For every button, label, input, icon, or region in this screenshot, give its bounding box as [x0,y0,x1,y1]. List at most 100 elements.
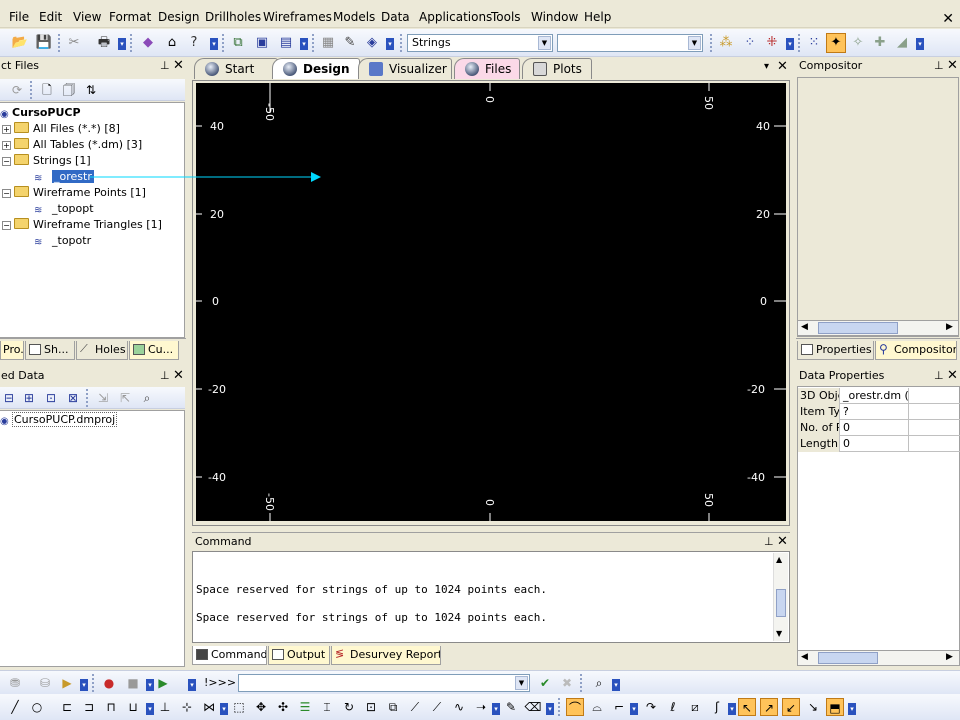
eraser-icon[interactable]: ⌫ [524,698,542,716]
pointer-segment-icon[interactable]: ↙ [782,698,800,716]
property-value[interactable]: ? [841,404,909,420]
polygon-icon[interactable]: ⧄ [686,698,704,716]
tree-leaf-topotr[interactable]: ≋ _topotr [34,233,91,249]
tree-leaf-topopt[interactable]: ≋ _topopt [34,201,94,217]
menu-tools[interactable]: Tools [490,10,522,24]
tab-properties[interactable]: Properties [797,341,874,360]
toolbar-dropdown-icon[interactable]: ▾ [612,679,620,691]
close-icon[interactable]: ✕ [173,367,184,385]
loaded-data-item[interactable]: ◉ CursoPUCP.dmproj [0,412,118,428]
close-icon[interactable]: ✕ [777,533,788,551]
layers-icon[interactable]: ◈ [362,33,382,53]
delete-points-icon[interactable]: ⁜ [762,33,782,53]
tree-root[interactable]: ◉ CursoPUCP [0,105,81,121]
property-value[interactable]: _orestr.dm (s [841,388,909,404]
command-input[interactable]: ▼ [238,674,530,692]
new-file-icon[interactable]: 🗋 [38,81,56,99]
arc-tool-icon[interactable]: ⌒ [566,698,584,716]
property-row[interactable]: 3D Obje _orestr.dm (s [798,388,960,404]
tree-item-wireframe-points[interactable]: − Wireframe Points [1] [2,185,146,201]
toolbar-dropdown-icon[interactable]: ▾ [728,703,736,715]
split-string-icon[interactable]: ⊥ [156,698,174,716]
toolbar-dropdown-icon[interactable]: ▾ [786,38,794,50]
scroll-up-icon[interactable]: ▲ [776,555,782,564]
toolbar-dropdown-icon[interactable]: ▾ [80,679,88,691]
snap-line-icon[interactable]: ✧ [848,33,868,53]
toolbar-dropdown-icon[interactable]: ▾ [146,679,154,691]
close-icon[interactable]: ✕ [777,59,788,74]
scroll-left-icon[interactable]: ◀ [801,652,808,662]
command-scrollbar[interactable]: ▲ ▼ [773,553,788,641]
toolbar-dropdown-icon[interactable]: ▾ [546,703,554,715]
tree-leaf-orestr[interactable]: ≋ _orestr [34,169,94,185]
scroll-down-icon[interactable]: ▼ [776,629,782,638]
toolbar-dropdown-icon[interactable]: ▾ [220,703,228,715]
accept-icon[interactable]: ✔ [536,674,554,692]
macro-icon[interactable]: ⛃ [6,674,24,692]
arc-3pt-icon[interactable]: ⌓ [588,698,606,716]
sketch-icon[interactable]: ʃ [708,698,726,716]
open-icon[interactable]: 📂 [10,33,30,53]
tab-plots[interactable]: Plots [522,58,592,79]
save-icon[interactable]: 💾 [34,33,54,53]
tab-holes[interactable]: ⟋ Holes [76,341,128,360]
collapse-icon[interactable]: − [2,157,11,166]
move-icon[interactable]: ✥ [252,698,270,716]
tab-command[interactable]: Command [192,646,267,665]
chevron-down-icon[interactable]: ▼ [688,36,701,50]
toolbar-dropdown-icon[interactable]: ▾ [630,703,638,715]
pointer-string-icon[interactable]: ↘ [804,698,822,716]
close-icon[interactable]: ✕ [942,12,954,26]
menu-wireframes[interactable]: Wireframes [262,10,333,24]
search-icon[interactable]: ⌕ [138,389,156,407]
pin-icon[interactable]: ⊥ [160,367,170,385]
book-icon[interactable]: ◆ [138,33,158,53]
menu-models[interactable]: Models [332,10,376,24]
import-icon[interactable]: ⇲ [94,389,112,407]
toolbar-dropdown-icon[interactable]: ▾ [118,38,126,50]
snap-plane-icon[interactable]: ◢ [892,33,912,53]
tree-item-all-files[interactable]: + All Files (*.*) [8] [2,121,120,137]
property-value[interactable]: 0 [841,436,909,452]
scroll-left-icon[interactable]: ◀ [801,322,808,332]
chevron-down-icon[interactable]: ▼ [515,676,528,690]
sync-icon[interactable]: ⇅ [82,81,100,99]
help-icon[interactable]: ? [184,33,204,53]
chevron-down-icon[interactable]: ▼ [538,36,551,50]
object-name-combo[interactable]: ▼ [557,34,703,52]
tab-compositor[interactable]: ⚲ Compositor [875,341,957,360]
line-tool-icon[interactable]: ╱ [6,698,24,716]
break-string-icon[interactable]: ⊹ [178,698,196,716]
design-viewport[interactable]: -50 0 50 -50 0 50 40 20 0 -20 -40 40 20 … [196,83,786,521]
property-value[interactable]: 0 [841,420,909,436]
circle-tool-icon[interactable]: ○ [28,698,46,716]
select-points-icon[interactable]: ⁘ [740,33,760,53]
home-icon[interactable]: ⌂ [162,33,182,53]
toolbar-dropdown-icon[interactable]: ▾ [300,38,308,50]
fillet-icon[interactable]: ⌐ [610,698,628,716]
menu-format[interactable]: Format [108,10,152,24]
scroll-thumb[interactable] [818,322,898,334]
toolbar-dropdown-icon[interactable]: ▾ [210,38,218,50]
toolbar-dropdown-icon[interactable]: ▾ [188,679,196,691]
data-properties-scrollbar[interactable]: ◀ ▶ [797,650,960,666]
join-string-icon[interactable]: ⋈ [200,698,218,716]
curve-icon[interactable]: ∿ [450,698,468,716]
menu-applications[interactable]: Applications [418,10,493,24]
save-data-icon[interactable]: ⊠ [64,389,82,407]
find-command-icon[interactable]: ⌕ [590,674,608,692]
tab-customization[interactable]: Cu... [129,341,179,360]
points-icon[interactable]: ⁂ [716,33,736,53]
tree-item-wireframe-triangles[interactable]: − Wireframe Triangles [1] [2,217,162,233]
scroll-thumb[interactable] [776,589,786,617]
pointer-point-icon[interactable]: ↗ [760,698,778,716]
pin-icon[interactable]: ⊥ [764,533,774,551]
insert-point-icon[interactable]: ⊓ [102,698,120,716]
pin-icon[interactable]: ⊥ [934,367,944,385]
menu-data[interactable]: Data [380,10,411,24]
close-icon[interactable]: ✕ [947,57,958,75]
play-icon[interactable]: ▶ [154,674,172,692]
project-icon-tool[interactable]: ⌶ [318,698,336,716]
snap-grid-icon[interactable]: ✚ [870,33,890,53]
refresh-icon[interactable]: ⟳ [8,81,26,99]
